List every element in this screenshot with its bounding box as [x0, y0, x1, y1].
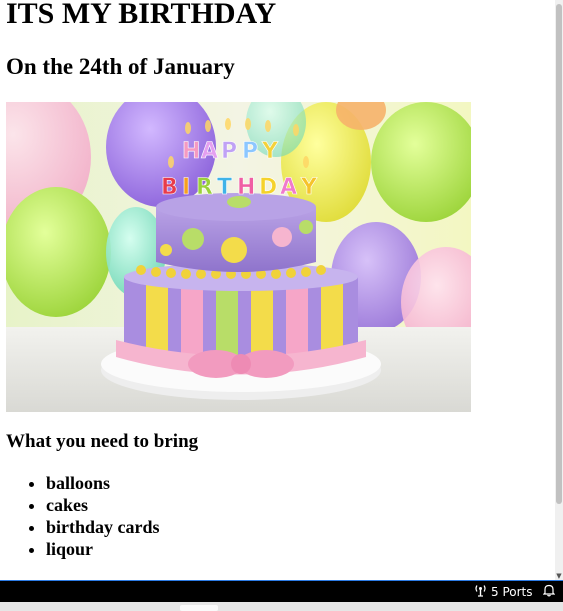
bell-icon[interactable]	[542, 584, 556, 600]
list-item: birthday cards	[46, 516, 160, 538]
list-item: balloons	[46, 472, 160, 494]
svg-text:Y: Y	[261, 139, 279, 164]
list-item: cakes	[46, 494, 160, 516]
svg-text:H: H	[237, 175, 255, 200]
svg-text:P: P	[242, 139, 258, 164]
svg-text:H: H	[182, 139, 200, 164]
page-subtitle: On the 24th of January	[6, 54, 235, 79]
birthday-cake-image: H A P P Y B I R T H D A Y	[6, 102, 471, 412]
svg-text:I: I	[182, 175, 190, 200]
ports-status-item[interactable]: 5 Ports	[474, 584, 533, 600]
svg-text:D: D	[259, 175, 277, 200]
browser-viewport: ITS MY BIRTHDAY On the 24th of January H…	[0, 0, 555, 580]
svg-text:T: T	[217, 175, 232, 200]
svg-text:P: P	[221, 139, 237, 164]
status-bar-accent-line	[0, 580, 563, 581]
status-bar: 5 Ports	[0, 580, 563, 602]
svg-text:Y: Y	[300, 175, 318, 200]
list-heading: What you need to bring	[6, 431, 199, 452]
bottom-panel-tab[interactable]	[180, 605, 218, 611]
page-title: ITS MY BIRTHDAY	[6, 0, 277, 30]
svg-text:A: A	[280, 175, 297, 200]
scrollbar-thumb[interactable]	[556, 4, 562, 504]
ports-label: 5 Ports	[491, 585, 533, 599]
svg-text:R: R	[196, 175, 213, 200]
antenna-icon	[474, 584, 487, 600]
scroll-down-arrow-icon[interactable]: ▼	[555, 572, 563, 580]
bring-list: balloons cakes birthday cards liqour	[0, 472, 160, 560]
list-item: liqour	[46, 538, 160, 560]
svg-text:B: B	[161, 175, 178, 200]
vertical-scrollbar[interactable]: ▼	[555, 0, 563, 580]
svg-text:A: A	[201, 139, 218, 164]
bottom-panel-strip	[0, 602, 563, 611]
